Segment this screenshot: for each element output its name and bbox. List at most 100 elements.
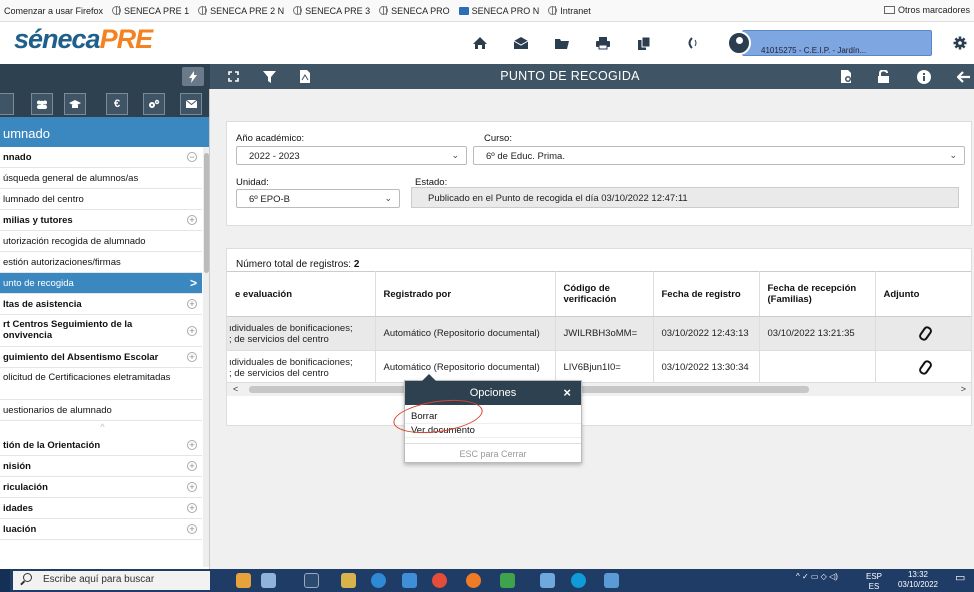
sidebar-item[interactable]: guimiento del Absentismo Escolar + [0,347,202,368]
year-select[interactable]: 2022 - 2023 ⌄ [236,146,467,165]
sidebar-item[interactable]: ltas de asistencia + [0,294,202,315]
bookmark-intranet[interactable]: Intranet [548,6,591,16]
print-icon[interactable] [593,33,613,53]
expand-plus-icon[interactable]: + [187,482,197,492]
sidebar-item[interactable]: nnado − [0,147,202,168]
bookmark-seneca-pre3[interactable]: SENECA PRE 3 [293,6,370,16]
unlock-icon[interactable] [875,67,891,86]
sidebar-item[interactable]: tión de la Orientación + [0,435,202,456]
file-explorer-icon[interactable] [341,573,356,588]
column-header-fecha-recepcion[interactable]: Fecha de recepción (Familias) [759,271,876,317]
browser-icon[interactable] [571,573,586,588]
sidebar-item[interactable]: idades + [0,498,202,519]
sidebar-item[interactable]: nisión + [0,456,202,477]
sidebar-tab-euro[interactable]: € [106,93,128,115]
tray-icons[interactable]: ^ ✓ ▭ ◇ ◁) [796,572,838,581]
filter-icon[interactable] [261,67,277,86]
user-info-box[interactable]: 41015275 - C.E.I.P. - Jardín... [742,30,932,56]
bookmark-seneca-pre1[interactable]: SENECA PRE 1 [112,6,189,16]
expand-plus-icon[interactable]: + [187,352,197,362]
sidebar-item[interactable]: rt Centros Seguimiento de la onvivencia + [0,315,202,347]
folder-icon[interactable] [552,33,572,53]
expand-plus-icon[interactable]: + [187,299,197,309]
spreadsheet-icon[interactable] [500,573,515,588]
sidebar-tab-mail[interactable] [180,93,202,115]
column-header-fecha-registro[interactable]: Fecha de registro [653,271,760,317]
sidebar-item[interactable]: úsqueda general de alumnos/as [0,168,202,189]
volume-icon[interactable] [682,33,702,53]
expand-plus-icon[interactable]: + [187,215,197,225]
column-header-registrado[interactable]: Registrado por [375,271,556,317]
table-row[interactable]: ıdividuales de bonificaciones;; de servi… [227,350,971,385]
sidebar-item[interactable]: luación + [0,519,202,540]
course-select[interactable]: 6º de Educ. Prima. ⌄ [473,146,965,165]
sidebar-item[interactable]: riculación + [0,477,202,498]
sidebar-item[interactable]: olicitud de Certificaciones eletramitada… [0,368,202,400]
export-icon[interactable] [839,67,853,86]
sidebar-item[interactable]: utorización recogida de alumnado [0,231,202,252]
sidebar-tab-partial[interactable] [0,93,14,115]
chrome-icon[interactable] [432,573,447,588]
photos-icon[interactable] [540,573,555,588]
expand-plus-icon[interactable]: + [187,461,197,471]
cell-attachment[interactable] [875,316,971,351]
expand-icon[interactable] [226,67,240,86]
popup-footer[interactable]: ESC para Cerrar [405,443,581,463]
mail-icon[interactable] [511,33,531,53]
clock[interactable]: 13:32 03/10/2022 [893,570,943,590]
task-view-icon[interactable] [304,573,319,588]
seneca-logo[interactable]: sénecaPRE [14,24,153,55]
sidebar-item[interactable]: milias y tutores + [0,210,202,231]
sidebar-tab-settings[interactable] [143,93,165,115]
column-header-adjunto[interactable]: Adjunto [875,271,971,317]
scroll-right-icon[interactable]: > [961,384,966,394]
sidebar-item-label: olicitud de Certificaciones eletramitada… [3,372,171,383]
edge-icon[interactable] [371,573,386,588]
document-app-icon[interactable] [604,573,619,588]
collapse-minus-icon[interactable]: − [187,152,197,162]
sidebar-tab-users[interactable] [31,93,53,115]
back-arrow-icon[interactable] [955,67,971,86]
start-button[interactable] [0,569,10,592]
pdf-icon[interactable] [299,67,311,86]
unit-select[interactable]: 6º EPO-B ⌄ [236,189,400,208]
avatar[interactable] [727,31,751,55]
table-row[interactable]: ıdividuales de bonificaciones;; de servi… [227,316,971,351]
info-icon[interactable] [916,67,932,86]
bookmark-firefox[interactable]: Comenzar a usar Firefox [4,6,103,16]
notification-icon[interactable]: ▭ [955,571,965,584]
sidebar-scrollbar[interactable] [203,147,209,567]
paperclip-icon[interactable] [918,326,930,339]
drawing-app-icon[interactable] [236,573,251,588]
mail-app-icon[interactable] [402,573,417,588]
copy-icon[interactable] [634,33,654,53]
bookmark-other[interactable]: Otros marcadores [883,5,970,15]
column-header-codigo[interactable]: Código de verificación [555,271,654,317]
bookmark-seneca-pre2n[interactable]: SENECA PRE 2 N [198,6,284,16]
sidebar-item[interactable]: estión autorizaciones/firmas [0,252,202,273]
collapse-toggle[interactable]: ^ [0,421,202,435]
bookmark-seneca-pro[interactable]: SENECA PRO [379,6,450,16]
firefox-icon[interactable] [466,573,481,588]
expand-plus-icon[interactable]: + [187,524,197,534]
sidebar-tab-graduation[interactable] [64,93,86,115]
home-icon[interactable] [470,33,490,53]
expand-plus-icon[interactable]: + [187,326,197,336]
close-icon[interactable]: × [563,385,571,400]
table-hscrollbar[interactable]: < > [227,382,971,396]
sidebar-item[interactable]: uestionarios de alumnado [0,400,202,421]
taskbar-search[interactable]: Escribe aquí para buscar [13,571,210,590]
scroll-left-icon[interactable]: < [233,384,238,394]
gear-icon[interactable] [950,33,970,53]
sidebar-item[interactable]: unto de recogida > [0,273,202,294]
bolt-icon[interactable] [182,67,204,86]
expand-plus-icon[interactable]: + [187,503,197,513]
paperclip-icon[interactable] [918,360,930,373]
bookmark-seneca-pro-n[interactable]: SENECA PRO N [458,6,539,16]
sidebar-item[interactable]: lumnado del centro [0,189,202,210]
cell-attachment[interactable] [875,350,971,385]
language-indicator[interactable]: ESP ES [866,572,882,592]
task-search-icon[interactable] [261,573,276,588]
expand-plus-icon[interactable]: + [187,440,197,450]
column-header-evaluacion[interactable]: e evaluación [227,271,376,317]
